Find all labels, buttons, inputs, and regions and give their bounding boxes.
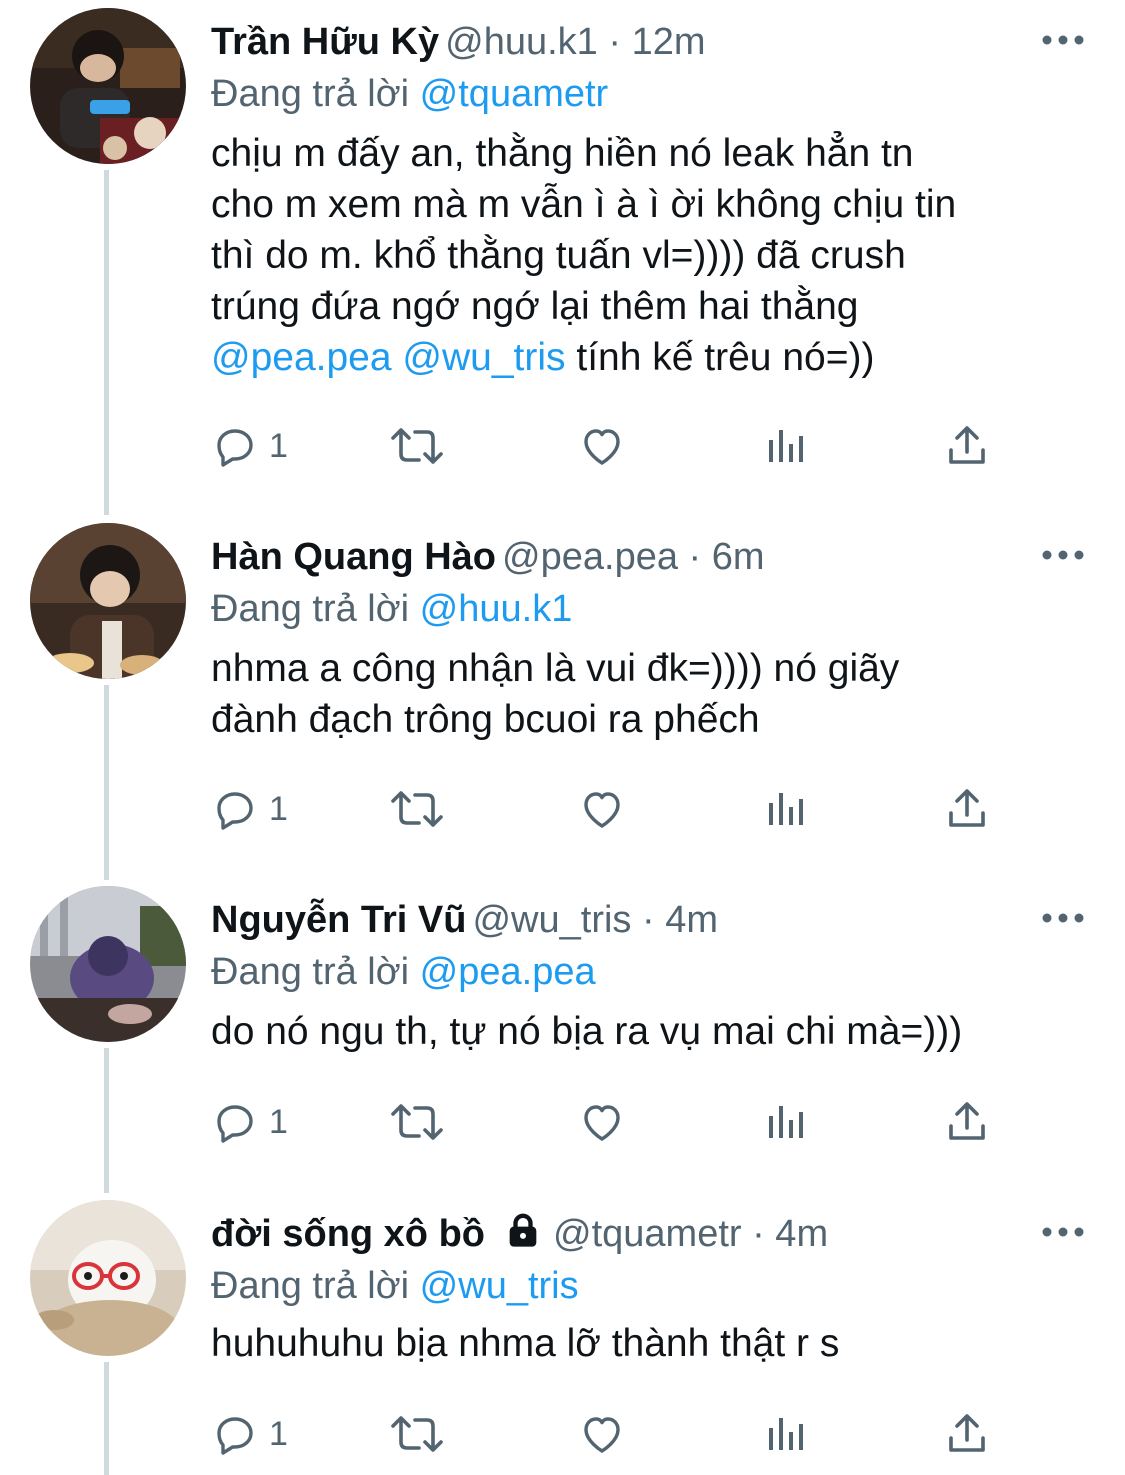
share-icon	[949, 1414, 985, 1452]
display-name[interactable]: Hàn Quang Hào	[211, 536, 496, 578]
tweet-header: Trần Hữu Kỳ @huu.k1 · 12m	[211, 16, 1005, 68]
analytics-icon	[769, 793, 803, 825]
more-icon[interactable]	[1041, 1222, 1085, 1242]
action-bar: 1	[211, 1092, 1011, 1152]
like-button[interactable]	[577, 1404, 627, 1464]
handle-time[interactable]: @tquametr · 4m	[553, 1213, 828, 1255]
display-name[interactable]: đời sống xô bồ	[211, 1213, 485, 1255]
tweet[interactable]: Hàn Quang Hào @pea.pea · 6m Đang trả lời …	[0, 523, 1125, 863]
like-button[interactable]	[577, 779, 627, 839]
tweet[interactable]: Trần Hữu Kỳ @huu.k1 · 12m Đang trả lời @t…	[0, 8, 1125, 508]
retweet-icon	[391, 791, 443, 827]
retweet-button[interactable]	[389, 1092, 445, 1152]
retweet-button[interactable]	[389, 779, 445, 839]
share-button[interactable]	[943, 416, 991, 476]
text-mention[interactable]: @pea.pea	[211, 336, 392, 379]
tweet[interactable]: đời sống xô bồ @tquametr · 4m Đang trả lờ…	[0, 1200, 1125, 1475]
heart-icon	[584, 429, 620, 465]
analytics-button[interactable]	[761, 416, 809, 476]
handle-time[interactable]: @pea.pea · 6m	[502, 536, 765, 578]
replying-to-label: Đang trả lời	[211, 73, 410, 115]
tweet[interactable]: Nguyễn Tri Vũ @wu_tris · 4m Đang trả lời …	[0, 886, 1125, 1176]
reply-count: 1	[269, 426, 288, 465]
avatar[interactable]	[30, 886, 186, 1042]
reply-button[interactable]: 1	[211, 779, 288, 839]
replying-to: Đang trả lời @huu.k1	[211, 583, 572, 635]
text-mention[interactable]: @wu_tris	[402, 336, 565, 379]
tweet-text: chịu m đấy an, thằng hiền nó leak hẳn tn…	[211, 128, 1091, 383]
tweet-text: do nó ngu th, tự nó bịa ra vụ mai chi mà…	[211, 1010, 963, 1053]
replying-to-label: Đang trả lời	[211, 1265, 410, 1307]
replying-to-label: Đang trả lời	[211, 588, 410, 630]
reply-to-mention[interactable]: @pea.pea	[420, 951, 596, 993]
display-name[interactable]: Nguyễn Tri Vũ	[211, 899, 466, 941]
tweet-text-tail: tính kế trêu nó=))	[565, 336, 875, 379]
share-button[interactable]	[943, 1092, 991, 1152]
analytics-button[interactable]	[761, 779, 809, 839]
reply-icon	[217, 1105, 253, 1143]
reply-icon	[217, 792, 253, 830]
retweet-icon	[391, 1104, 443, 1140]
lock-icon	[509, 1213, 537, 1247]
action-bar: 1	[211, 1404, 1011, 1464]
share-icon	[949, 1102, 985, 1140]
display-name[interactable]: Trần Hữu Kỳ	[211, 21, 439, 63]
reply-to-mention[interactable]: @huu.k1	[420, 588, 573, 630]
replying-to: Đang trả lời @tquametr	[211, 68, 608, 120]
share-icon	[949, 789, 985, 827]
tweet-header: đời sống xô bồ @tquametr · 4m	[211, 1208, 1005, 1260]
reply-count: 1	[269, 1414, 288, 1453]
retweet-icon	[391, 428, 443, 464]
handle-time[interactable]: @huu.k1 · 12m	[445, 21, 705, 63]
reply-count: 1	[269, 789, 288, 828]
reply-button[interactable]: 1	[211, 1404, 288, 1464]
heart-icon	[584, 1417, 620, 1453]
heart-icon	[584, 792, 620, 828]
tweet-header: Nguyễn Tri Vũ @wu_tris · 4m	[211, 894, 1005, 946]
retweet-button[interactable]	[389, 1404, 445, 1464]
avatar[interactable]	[30, 1200, 186, 1356]
tweet-header: Hàn Quang Hào @pea.pea · 6m	[211, 531, 1005, 583]
more-icon[interactable]	[1041, 30, 1085, 50]
reply-button[interactable]: 1	[211, 1092, 288, 1152]
analytics-icon	[769, 430, 803, 462]
analytics-button[interactable]	[761, 1092, 809, 1152]
avatar[interactable]	[30, 8, 186, 164]
analytics-icon	[769, 1106, 803, 1138]
share-button[interactable]	[943, 779, 991, 839]
handle-time[interactable]: @wu_tris · 4m	[472, 899, 718, 941]
more-icon[interactable]	[1041, 545, 1085, 565]
analytics-button[interactable]	[761, 1404, 809, 1464]
retweet-button[interactable]	[389, 416, 445, 476]
tweet-text: nhma a công nhận là vui đk=)))) nó giãy …	[211, 647, 900, 741]
reply-icon	[217, 429, 253, 467]
tweet-text: huhuhuhu bịa nhma lỡ thành thật r s	[211, 1322, 840, 1365]
action-bar: 1	[211, 416, 1011, 476]
like-button[interactable]	[577, 1092, 627, 1152]
like-button[interactable]	[577, 416, 627, 476]
reply-to-mention[interactable]: @wu_tris	[420, 1265, 579, 1307]
reply-icon	[217, 1417, 253, 1455]
avatar[interactable]	[30, 523, 186, 679]
replying-to: Đang trả lời @wu_tris	[211, 1260, 579, 1312]
tweet-text-main: chịu m đấy an, thằng hiền nó leak hẳn tn…	[211, 132, 957, 328]
reply-count: 1	[269, 1102, 288, 1141]
reply-to-mention[interactable]: @tquametr	[420, 73, 609, 115]
reply-button[interactable]: 1	[211, 416, 288, 476]
analytics-icon	[769, 1418, 803, 1450]
replying-to: Đang trả lời @pea.pea	[211, 946, 596, 998]
heart-icon	[584, 1105, 620, 1141]
share-icon	[949, 426, 985, 464]
replying-to-label: Đang trả lời	[211, 951, 410, 993]
retweet-icon	[391, 1416, 443, 1452]
action-bar: 1	[211, 779, 1011, 839]
more-icon[interactable]	[1041, 908, 1085, 928]
share-button[interactable]	[943, 1404, 991, 1464]
